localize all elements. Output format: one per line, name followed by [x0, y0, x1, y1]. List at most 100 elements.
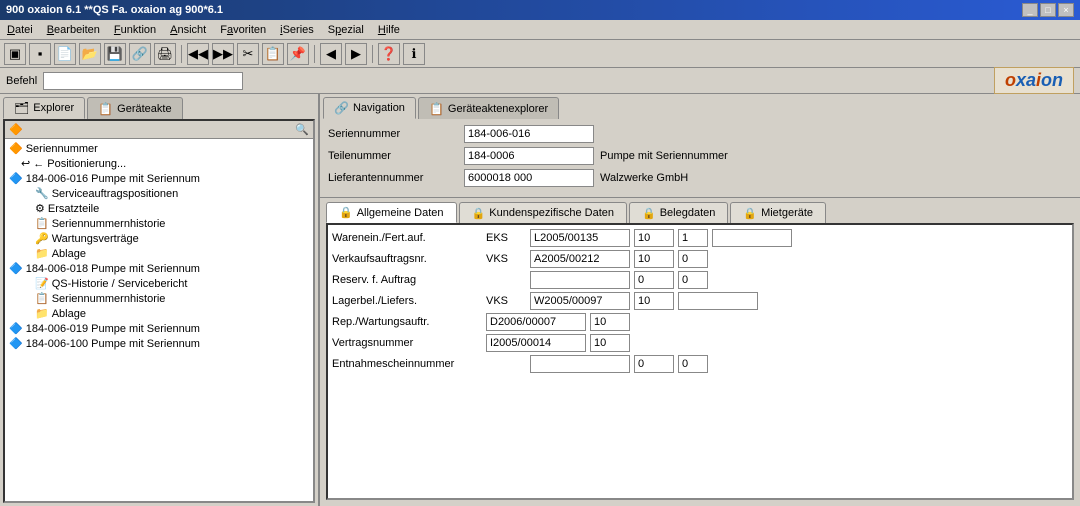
text-teilenummer-desc: Pumpe mit Seriennummer: [600, 150, 728, 162]
inner-tab-allgemeine[interactable]: 🔒 Allgemeine Daten: [326, 202, 457, 223]
tree-item-wartungsvertrage[interactable]: 🔑 Wartungsverträge: [7, 231, 311, 246]
menu-datei[interactable]: Datei: [4, 23, 36, 37]
tab-navigation[interactable]: 🔗 Navigation: [323, 97, 416, 119]
label-teilenummer: Teilenummer: [328, 150, 458, 162]
serienhistorie-2-icon: 📋: [35, 292, 49, 305]
toolbar-btn-1[interactable]: ▣: [4, 43, 26, 65]
grid-input-1-num1[interactable]: [634, 250, 674, 268]
wartungsvertrage-icon: 🔑: [35, 232, 49, 245]
tree-item-184-006-100[interactable]: 🔷 184-006-100 Pumpe mit Seriennum: [7, 336, 311, 351]
grid-input-1-val[interactable]: [530, 250, 630, 268]
window-title: 900 oxaion 6.1 **QS Fa. oxaion ag 900*6.…: [6, 4, 223, 16]
grid-input-0-num1[interactable]: [634, 229, 674, 247]
toolbar-btn-fwd2[interactable]: ▶▶: [212, 43, 234, 65]
navigation-icon: 🔗: [334, 101, 349, 115]
grid-row-3: Lagerbel./Liefers. VKS: [332, 292, 1068, 310]
grid-input-5-num1[interactable]: [590, 334, 630, 352]
tree-panel: 🔶 🔍 🔶 Seriennummer ↩ ← Positionierung...…: [3, 119, 315, 503]
grid-input-0-extra[interactable]: [712, 229, 792, 247]
form-area: Seriennummer Teilenummer Pumpe mit Serie…: [320, 119, 1080, 198]
toolbar-btn-new[interactable]: 📄: [54, 43, 76, 65]
tab-gerateaktenexplorer[interactable]: 📋 Geräteaktenexplorer: [418, 97, 559, 119]
tab-explorer-label: Explorer: [33, 102, 74, 114]
tree-item-ablage-1[interactable]: 📁 Ablage: [7, 246, 311, 261]
tree-search-icon[interactable]: 🔍: [295, 123, 309, 136]
input-lieferantennummer[interactable]: [464, 169, 594, 187]
grid-input-0-num2[interactable]: [678, 229, 708, 247]
grid-input-3-extra[interactable]: [678, 292, 758, 310]
grid-code-1: VKS: [486, 253, 526, 265]
mietgerate-lock-icon: 🔒: [743, 207, 757, 220]
grid-label-5: Vertragsnummer: [332, 337, 482, 349]
toolbar-btn-link[interactable]: 🔗: [129, 43, 151, 65]
tree-filter-icon[interactable]: 🔶: [9, 123, 23, 136]
toolbar-btn-info[interactable]: ℹ: [403, 43, 425, 65]
tree-item-184-006-018[interactable]: 🔷 184-006-018 Pumpe mit Seriennum: [7, 261, 311, 276]
ablage-1-icon: 📁: [35, 247, 49, 260]
tree-item-184-006-019[interactable]: 🔷 184-006-019 Pumpe mit Seriennum: [7, 321, 311, 336]
grid-input-2-num2[interactable]: [678, 271, 708, 289]
toolbar-btn-print[interactable]: 🖨: [154, 43, 176, 65]
input-teilenummer[interactable]: [464, 147, 594, 165]
toolbar-btn-paste[interactable]: 📌: [287, 43, 309, 65]
grid-input-3-val[interactable]: [530, 292, 630, 310]
input-seriennummer[interactable]: [464, 125, 594, 143]
grid-input-2-num1[interactable]: [634, 271, 674, 289]
menu-hilfe[interactable]: Hilfe: [375, 23, 403, 37]
tab-gerateakte[interactable]: 📋 Geräteakte: [87, 97, 182, 119]
toolbar-btn-prev[interactable]: ◀: [320, 43, 342, 65]
menu-bearbeiten[interactable]: Bearbeiten: [44, 23, 103, 37]
grid-input-1-num2[interactable]: [678, 250, 708, 268]
grid-input-4-code[interactable]: [486, 313, 586, 331]
tab-explorer[interactable]: 🗂 Explorer: [3, 97, 85, 119]
tree-item-100-icon: 🔷: [9, 337, 23, 350]
inner-tab-mietgerate[interactable]: 🔒 Mietgeräte: [730, 202, 826, 223]
minimize-button[interactable]: _: [1022, 3, 1038, 17]
tree-item-serienhistorie-2[interactable]: 📋 Seriennummernhistorie: [7, 291, 311, 306]
tree-item-ersatzteile[interactable]: ⚙ Ersatzteile: [7, 201, 311, 216]
tree-back-icon: ↩: [21, 157, 30, 170]
tree-item-serviceauftrags[interactable]: 🔧 Serviceauftragspositionen: [7, 186, 311, 201]
tree-content[interactable]: 🔶 Seriennummer ↩ ← Positionierung... 🔷 1…: [5, 139, 313, 501]
tree-item-seriennummer[interactable]: 🔶 Seriennummer: [7, 141, 311, 156]
toolbar-btn-open[interactable]: 📂: [79, 43, 101, 65]
form-row-teilenummer: Teilenummer Pumpe mit Seriennummer: [328, 147, 1072, 165]
toolbar-btn-cut[interactable]: ✂: [237, 43, 259, 65]
grid-input-5-code[interactable]: [486, 334, 586, 352]
tree-item-serienhistorie-1[interactable]: 📋 Seriennummernhistorie: [7, 216, 311, 231]
title-bar: 900 oxaion 6.1 **QS Fa. oxaion ag 900*6.…: [0, 0, 1080, 20]
grid-input-0-val[interactable]: [530, 229, 630, 247]
grid-input-2-val[interactable]: [530, 271, 630, 289]
toolbar-btn-2[interactable]: ▪: [29, 43, 51, 65]
command-input[interactable]: [43, 72, 243, 90]
close-button[interactable]: ×: [1058, 3, 1074, 17]
tree-item-qs-historie[interactable]: 📝 QS-Historie / Servicebericht: [7, 276, 311, 291]
tab-gerateaktenexplorer-label: Geräteaktenexplorer: [448, 103, 548, 115]
maximize-button[interactable]: □: [1040, 3, 1056, 17]
toolbar-btn-save[interactable]: 💾: [104, 43, 126, 65]
inner-tab-kundenspezifische[interactable]: 🔒 Kundenspezifische Daten: [459, 202, 627, 223]
grid-code-0: EKS: [486, 232, 526, 244]
left-panel: 🗂 Explorer 📋 Geräteakte 🔶 🔍 🔶 Seriennumm…: [0, 94, 320, 506]
tree-item-positionierung[interactable]: ↩ ← Positionierung...: [7, 156, 311, 171]
menu-ansicht[interactable]: Ansicht: [167, 23, 209, 37]
grid-input-6-num1[interactable]: [634, 355, 674, 373]
menu-spezial[interactable]: Spezial: [325, 23, 367, 37]
grid-input-4-num1[interactable]: [590, 313, 630, 331]
tree-item-ablage-2[interactable]: 📁 Ablage: [7, 306, 311, 321]
inner-tab-belegdaten[interactable]: 🔒 Belegdaten: [629, 202, 728, 223]
menu-funktion[interactable]: Funktion: [111, 23, 159, 37]
grid-input-6-num2[interactable]: [678, 355, 708, 373]
menu-iseries[interactable]: iSeries: [277, 23, 317, 37]
grid-label-3: Lagerbel./Liefers.: [332, 295, 482, 307]
grid-input-6-val[interactable]: [530, 355, 630, 373]
window-controls[interactable]: _ □ ×: [1022, 3, 1074, 17]
grid-input-3-num1[interactable]: [634, 292, 674, 310]
serviceauftrags-icon: 🔧: [35, 187, 49, 200]
toolbar-btn-copy[interactable]: 📋: [262, 43, 284, 65]
tree-item-184-006-016[interactable]: 🔷 184-006-016 Pumpe mit Seriennum: [7, 171, 311, 186]
menu-favoriten[interactable]: Favoriten: [217, 23, 269, 37]
toolbar-btn-help[interactable]: ❓: [378, 43, 400, 65]
toolbar-btn-back2[interactable]: ◀◀: [187, 43, 209, 65]
toolbar-btn-next[interactable]: ▶: [345, 43, 367, 65]
